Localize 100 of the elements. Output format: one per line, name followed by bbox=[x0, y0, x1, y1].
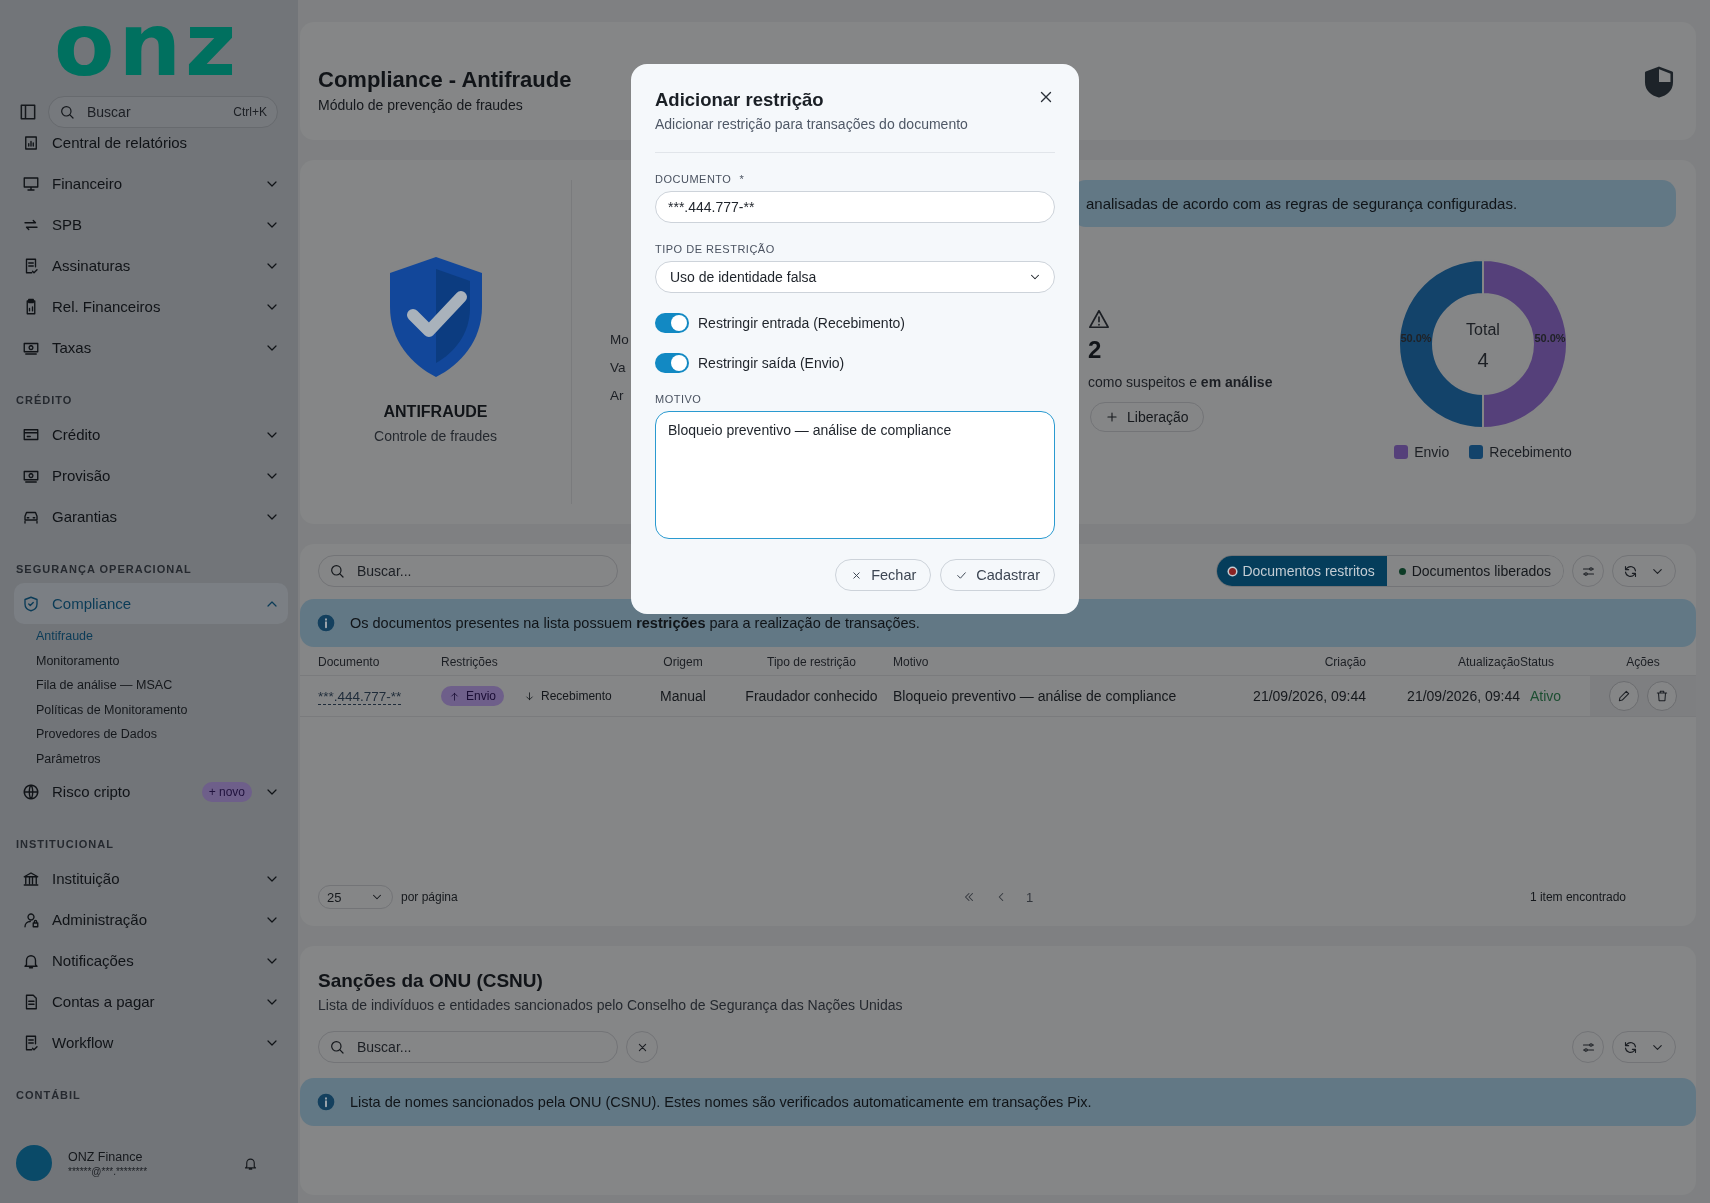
section-subtitle: Lista de indivíduos e entidades sancionados pelo Conselho de Segurança das Nações Unidas bbox=[318, 997, 904, 1013]
section-title: Sanções da ONU (CSNU) bbox=[318, 970, 544, 992]
close-button[interactable]: Fechar bbox=[835, 559, 932, 591]
column-header: Criação bbox=[1323, 655, 1366, 669]
arrow-up-icon bbox=[449, 690, 460, 702]
nav-subitem[interactable]: Antifraude bbox=[14, 624, 288, 649]
toggle-switch[interactable] bbox=[655, 353, 689, 373]
section-heading: CRÉDITO bbox=[15, 393, 74, 408]
nav-item[interactable]: Taxas bbox=[14, 327, 288, 368]
page-size-label: por página bbox=[401, 890, 458, 904]
page-number[interactable]: 1 bbox=[1026, 889, 1034, 905]
section-heading: INSTITUCIONAL bbox=[15, 837, 115, 852]
first-page-icon[interactable] bbox=[962, 890, 976, 904]
restriction-type-select[interactable]: Uso de identidade falsa bbox=[655, 261, 1055, 293]
view-tab[interactable]: Documentos restritos bbox=[1217, 556, 1387, 586]
field-label: TIPO DE RESTRIÇÃO bbox=[655, 243, 776, 255]
slice-label: 50.0% bbox=[1400, 332, 1432, 344]
nav-item[interactable]: Financeiro bbox=[14, 163, 288, 204]
nav-item[interactable]: Instituição bbox=[14, 858, 288, 899]
refresh-icon bbox=[1623, 1039, 1638, 1055]
nav-item[interactable]: Workflow bbox=[14, 1022, 288, 1063]
restriction-tag: Envio bbox=[441, 686, 505, 706]
pencil-icon bbox=[1617, 689, 1631, 703]
nav-item[interactable]: Provisão bbox=[14, 455, 288, 496]
restriction-tag: Recebimento bbox=[516, 686, 620, 706]
slice-label: 50.0% bbox=[1534, 332, 1566, 344]
table-cell-text: 21/09/2026, 09:44 bbox=[1252, 688, 1366, 704]
dialog-title: Adicionar restrição bbox=[655, 89, 825, 111]
bell-icon[interactable] bbox=[243, 1155, 258, 1171]
column-header: Restrições bbox=[441, 655, 499, 669]
logo: onz bbox=[53, 0, 242, 88]
nav-item[interactable]: Crédito bbox=[14, 414, 288, 455]
search-icon bbox=[329, 563, 345, 579]
warning-icon bbox=[1088, 308, 1110, 330]
search-field[interactable]: Buscar... bbox=[318, 1031, 618, 1063]
release-button[interactable]: Liberação bbox=[1090, 402, 1204, 432]
shortcut-hint: Ctrl+K bbox=[233, 105, 267, 119]
page-title: Compliance - Antifraude bbox=[318, 67, 572, 93]
document-link[interactable]: ***.444.777-** bbox=[318, 689, 402, 705]
nav-item[interactable]: Administração bbox=[14, 899, 288, 940]
suspect-count: 2 bbox=[1088, 336, 1102, 364]
nav-item[interactable]: Assinaturas bbox=[14, 245, 288, 286]
report-icon bbox=[22, 133, 40, 152]
table-cell-text: Fraudador conhecido bbox=[744, 688, 879, 704]
toggle-switch[interactable] bbox=[655, 313, 689, 333]
nav-subitem[interactable]: Provedores de Dados bbox=[14, 722, 288, 747]
filter-button[interactable] bbox=[1572, 555, 1604, 587]
confirm-button[interactable]: Cadastrar bbox=[940, 559, 1055, 591]
page-subtitle: Módulo de prevenção de fraudes bbox=[318, 97, 524, 113]
nav-item[interactable]: Rel. Financeiros bbox=[14, 286, 288, 327]
nav-subitem[interactable]: Políticas de Monitoramento bbox=[14, 697, 288, 722]
nav-subitem[interactable]: Monitoramento bbox=[14, 648, 288, 673]
dialog-subtitle: Adicionar restrição para transações do documento bbox=[655, 116, 968, 132]
nav-item[interactable]: Risco cripto + novo bbox=[14, 771, 288, 812]
nav-item[interactable]: SPB bbox=[14, 204, 288, 245]
banner-text: analisadas de acordo com as regras de segurança configuradas. bbox=[1086, 195, 1518, 212]
banner-text: Os documentos presentes na lista possuem restrições para a realização de transações. bbox=[350, 615, 920, 631]
nav-item[interactable]: Compliance bbox=[14, 583, 288, 624]
stat-label: Va bbox=[610, 359, 627, 377]
stat-label: Ar bbox=[610, 387, 625, 405]
field-label: DOCUMENTO bbox=[655, 173, 732, 185]
total-label: Total bbox=[1466, 321, 1500, 338]
refresh-icon bbox=[1623, 563, 1638, 579]
column-header: Status bbox=[1520, 655, 1556, 669]
module-caption: Controle de fraudes bbox=[374, 428, 497, 444]
filter-button[interactable] bbox=[1572, 1031, 1604, 1063]
search-field[interactable]: Buscar Ctrl+K bbox=[48, 96, 278, 128]
nav-subitem[interactable]: Parâmetros bbox=[14, 746, 288, 771]
total-value: 4 bbox=[1477, 349, 1489, 371]
status-text: Ativo bbox=[1529, 688, 1563, 704]
reason-field[interactable]: Bloqueio preventivo — análise de compliance bbox=[655, 411, 1055, 539]
shield-icon bbox=[22, 594, 40, 613]
search-field[interactable]: Buscar... bbox=[318, 555, 618, 587]
edit-button[interactable] bbox=[1609, 681, 1639, 711]
search-icon bbox=[59, 104, 75, 120]
stat-label: Mo bbox=[610, 331, 630, 349]
search-icon bbox=[329, 1039, 345, 1055]
table-cell-text: 21/09/2026, 09:44 bbox=[1406, 688, 1520, 704]
column-header: Origem bbox=[662, 655, 704, 669]
nav-item[interactable]: Contas a pagar bbox=[14, 981, 288, 1022]
avatar[interactable] bbox=[16, 1145, 52, 1181]
column-header: Motivo bbox=[893, 655, 930, 669]
legend-label: Recebimento bbox=[1489, 444, 1572, 460]
table-cell-text: Manual bbox=[659, 688, 707, 704]
new-badge: + novo bbox=[201, 781, 252, 802]
delete-button[interactable] bbox=[1647, 681, 1677, 711]
field-label: MOTIVO bbox=[655, 393, 703, 405]
arrow-down-icon bbox=[524, 690, 536, 702]
result-count: 1 item encontrado bbox=[1529, 890, 1626, 904]
table-cell-text: Bloqueio preventivo — análise de compliance bbox=[893, 688, 1178, 704]
section-heading: SEGURANÇA OPERACIONAL bbox=[15, 562, 193, 577]
globe-icon bbox=[22, 782, 40, 801]
document-field[interactable]: ***.444.777-** bbox=[655, 191, 1055, 223]
toggle-label: Restringir entrada (Recebimento) bbox=[698, 315, 905, 331]
column-header: Atualização bbox=[1456, 655, 1520, 669]
sidebar-toggle-icon[interactable] bbox=[18, 102, 38, 122]
nav-item[interactable]: Notificações bbox=[14, 940, 288, 981]
nav-item[interactable]: Garantias bbox=[14, 496, 288, 537]
user-lock-icon bbox=[22, 910, 40, 929]
nav-subitem[interactable]: Fila de análise — MSAC bbox=[14, 673, 288, 698]
